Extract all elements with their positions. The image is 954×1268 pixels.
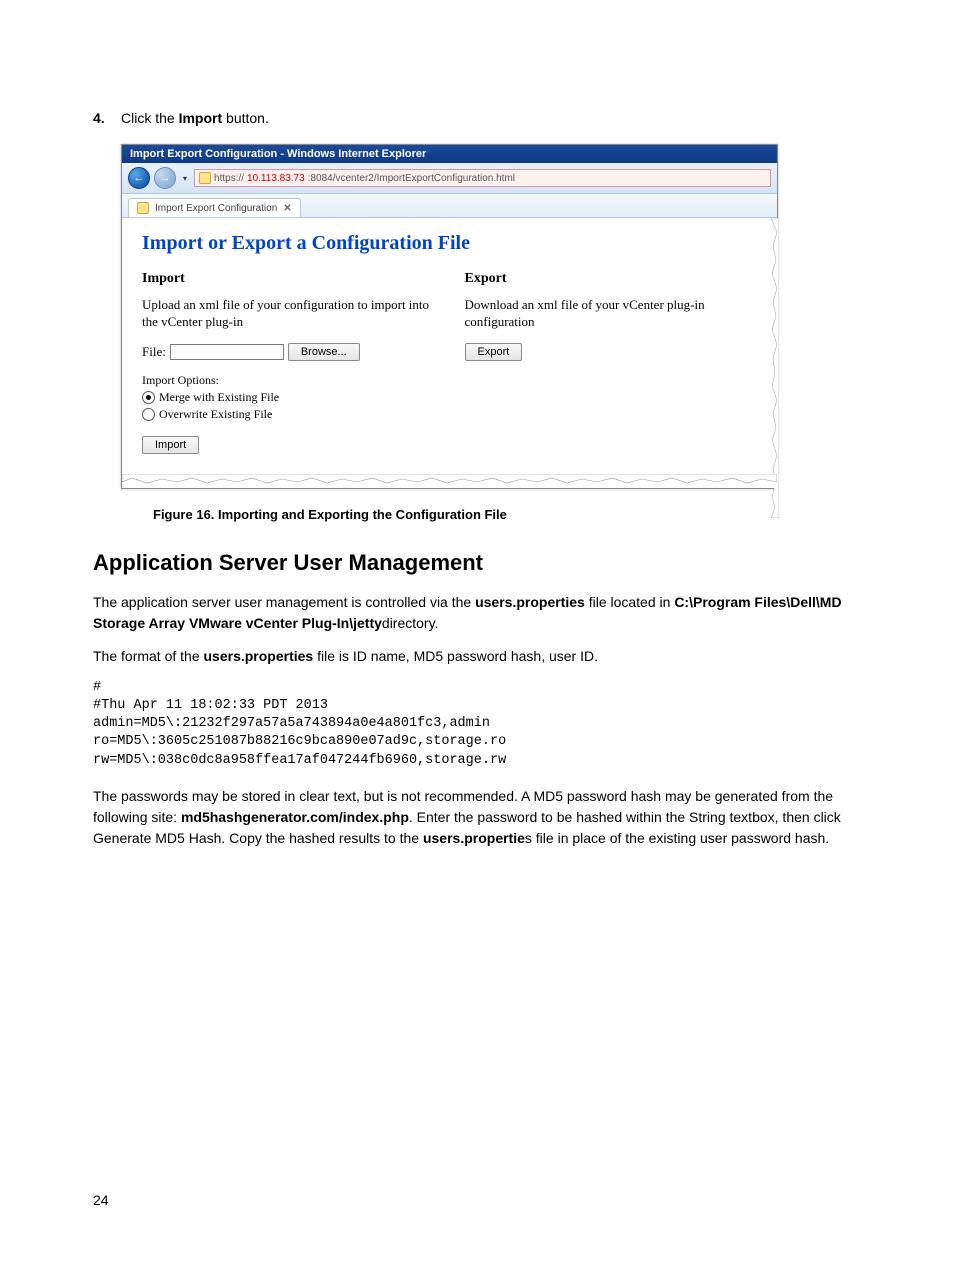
p2-a: The format of the: [93, 648, 204, 664]
page-favicon-icon: [199, 172, 211, 184]
paragraph-2: The format of the users.properties file …: [93, 646, 861, 667]
step-number: 4.: [93, 110, 121, 126]
export-title: Export: [465, 271, 758, 287]
step-prefix: Click the: [121, 110, 179, 126]
import-column: Import Upload an xml file of your config…: [142, 271, 435, 454]
torn-edge-bottom: [122, 474, 777, 488]
option-overwrite[interactable]: Overwrite Existing File: [142, 407, 435, 422]
section-heading: Application Server User Management: [93, 550, 861, 576]
import-button[interactable]: Import: [142, 436, 199, 454]
option-merge-label: Merge with Existing File: [159, 390, 279, 405]
figure-caption: Figure 16. Importing and Exporting the C…: [153, 507, 861, 522]
url-scheme: https://: [214, 173, 244, 184]
tab-favicon-icon: [137, 202, 149, 214]
p2-c: file is ID name, MD5 password hash, user…: [313, 648, 598, 664]
arrow-left-icon: ←: [134, 172, 145, 184]
p3-d: users.propertie: [423, 830, 525, 846]
content-heading: Import or Export a Configuration File: [142, 232, 757, 255]
step-bold: Import: [179, 110, 223, 126]
step-4: 4. Click the Import button.: [93, 110, 861, 126]
option-merge[interactable]: Merge with Existing File: [142, 390, 435, 405]
options-label: Import Options:: [142, 373, 435, 388]
torn-edge-right: [771, 218, 779, 474]
p1-c: file located in: [585, 594, 675, 610]
step-suffix: button.: [222, 110, 269, 126]
step-text: Click the Import button.: [121, 110, 269, 126]
p3-b: md5hashgenerator.com/index.php: [181, 809, 409, 825]
code-block: # #Thu Apr 11 18:02:33 PDT 2013 admin=MD…: [93, 679, 861, 770]
option-overwrite-label: Overwrite Existing File: [159, 407, 272, 422]
file-input[interactable]: [170, 344, 284, 360]
browse-button[interactable]: Browse...: [288, 343, 360, 361]
page-number: 24: [93, 1192, 109, 1208]
address-bar: ← → ▾ https://10.113.83.73:8084/vcenter2…: [122, 163, 777, 194]
file-label: File:: [142, 344, 166, 360]
paragraph-1: The application server user management i…: [93, 592, 861, 634]
ie-window: Import Export Configuration - Windows In…: [121, 144, 778, 489]
tab-label: Import Export Configuration: [155, 203, 277, 214]
p1-a: The application server user management i…: [93, 594, 475, 610]
export-column: Export Download an xml file of your vCen…: [465, 271, 758, 454]
p2-b: users.properties: [204, 648, 314, 664]
p1-e: directory.: [382, 615, 439, 631]
import-options: Import Options: Merge with Existing File…: [142, 373, 435, 422]
radio-icon: [142, 408, 155, 421]
forward-button[interactable]: →: [154, 167, 176, 189]
export-desc: Download an xml file of your vCenter plu…: [465, 297, 758, 331]
p3-e: s file in place of the existing user pas…: [525, 830, 829, 846]
window-titlebar: Import Export Configuration - Windows In…: [122, 145, 777, 163]
tab-strip: Import Export Configuration ✕: [122, 194, 777, 218]
tab-close-icon[interactable]: ✕: [283, 203, 291, 214]
arrow-right-icon: →: [160, 172, 171, 184]
url-field[interactable]: https://10.113.83.73:8084/vcenter2/Impor…: [194, 169, 771, 187]
radio-icon: [142, 391, 155, 404]
export-button[interactable]: Export: [465, 343, 523, 361]
page-content: Import or Export a Configuration File Im…: [122, 218, 777, 474]
url-path: :8084/vcenter2/ImportExportConfiguration…: [308, 173, 515, 184]
import-title: Import: [142, 271, 435, 287]
nav-dropdown-icon[interactable]: ▾: [180, 174, 190, 183]
back-button[interactable]: ←: [128, 167, 150, 189]
tab-import-export[interactable]: Import Export Configuration ✕: [128, 198, 301, 217]
url-host: 10.113.83.73: [247, 173, 305, 184]
paragraph-3: The passwords may be stored in clear tex…: [93, 786, 861, 849]
p1-b: users.properties: [475, 594, 585, 610]
import-desc: Upload an xml file of your configuration…: [142, 297, 435, 331]
